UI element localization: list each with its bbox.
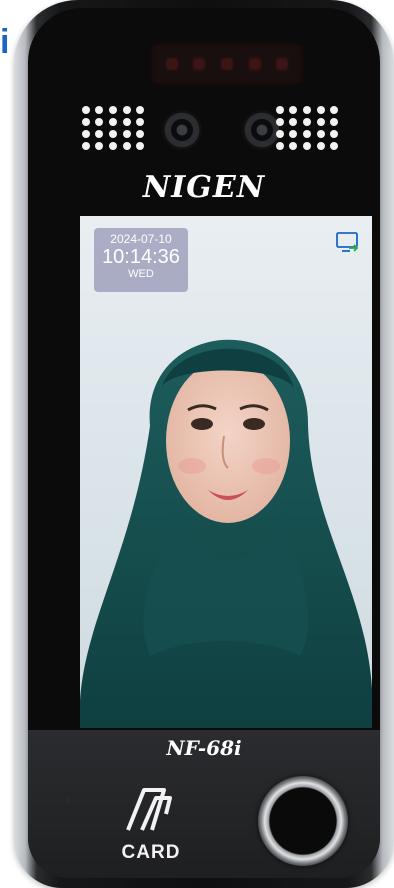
- monitor-arrow-icon[interactable]: [336, 232, 360, 254]
- ir-led: [221, 59, 232, 69]
- corner-text: i: [0, 23, 10, 61]
- brand-logo: NIGEN: [142, 170, 266, 205]
- fingerprint-sensor-icon[interactable]: [258, 776, 348, 866]
- date-text: 2024-07-10: [110, 232, 172, 246]
- display-screen[interactable]: 2024-07-10 10:14:36 WED: [80, 216, 372, 728]
- card-label: CARD: [121, 842, 181, 863]
- device-face: NIGEN 2024-07-10 10:14:36 WED NF-68i CAR…: [28, 8, 380, 878]
- speaker-grille-left: [80, 106, 146, 150]
- ir-sensor-strip: [150, 42, 304, 86]
- model-label: NF-68i: [166, 736, 242, 760]
- ir-led: [194, 59, 205, 69]
- face-preview-image: [80, 339, 372, 728]
- card-reader-area[interactable]: CARD: [108, 780, 194, 864]
- camera-icon: [162, 110, 202, 150]
- card-reader-icon: [126, 788, 172, 831]
- microphone-hole: [66, 798, 71, 803]
- face-recognition-terminal: NIGEN 2024-07-10 10:14:36 WED NF-68i CAR…: [14, 0, 394, 888]
- ir-led: [166, 59, 177, 69]
- speaker-grille-right: [274, 106, 340, 150]
- ir-led: [249, 59, 260, 69]
- ir-led: [277, 59, 288, 69]
- time-text: 10:14:36: [102, 246, 180, 268]
